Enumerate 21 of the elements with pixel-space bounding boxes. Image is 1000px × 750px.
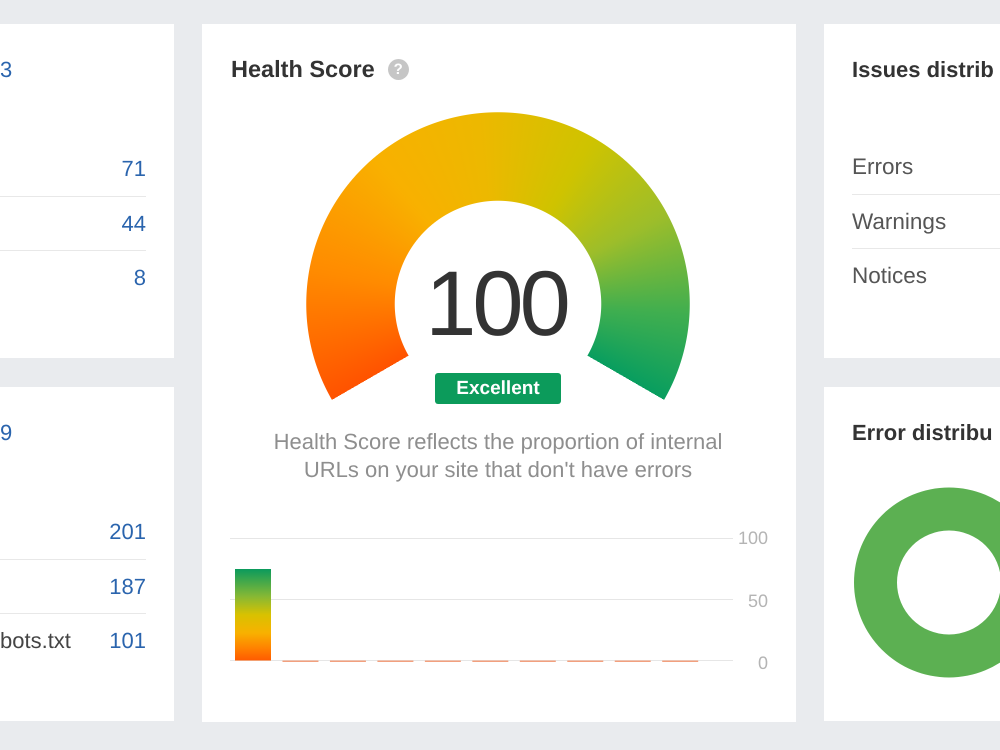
rating-badge: Excellent: [435, 373, 561, 404]
axis-label: 0: [758, 654, 768, 672]
card-title: Issues distrib: [852, 58, 994, 82]
axis-label: 50: [748, 592, 768, 610]
count-link[interactable]: 8: [134, 264, 146, 290]
card-title: Error distribu: [852, 421, 993, 445]
issue-label: Warnings: [852, 208, 946, 234]
count-link[interactable]: 9: [0, 421, 12, 445]
axis-label: 100: [738, 529, 768, 547]
count-link[interactable]: 3: [0, 58, 12, 82]
count-link[interactable]: 201: [109, 519, 146, 545]
count-link[interactable]: 187: [109, 574, 146, 600]
count-link[interactable]: 44: [122, 210, 146, 236]
card-title: Health Score: [231, 57, 375, 81]
row-label: bots.txt: [0, 628, 71, 654]
issue-label: Errors: [852, 154, 914, 180]
count-link[interactable]: 71: [122, 156, 146, 182]
description-text: Health Score reflects the proportion of internal URLs on your site that don't have errors: [272, 428, 724, 484]
issue-label: Notices: [852, 262, 928, 288]
score-value: 100: [425, 258, 568, 350]
count-link[interactable]: 101: [109, 628, 146, 654]
